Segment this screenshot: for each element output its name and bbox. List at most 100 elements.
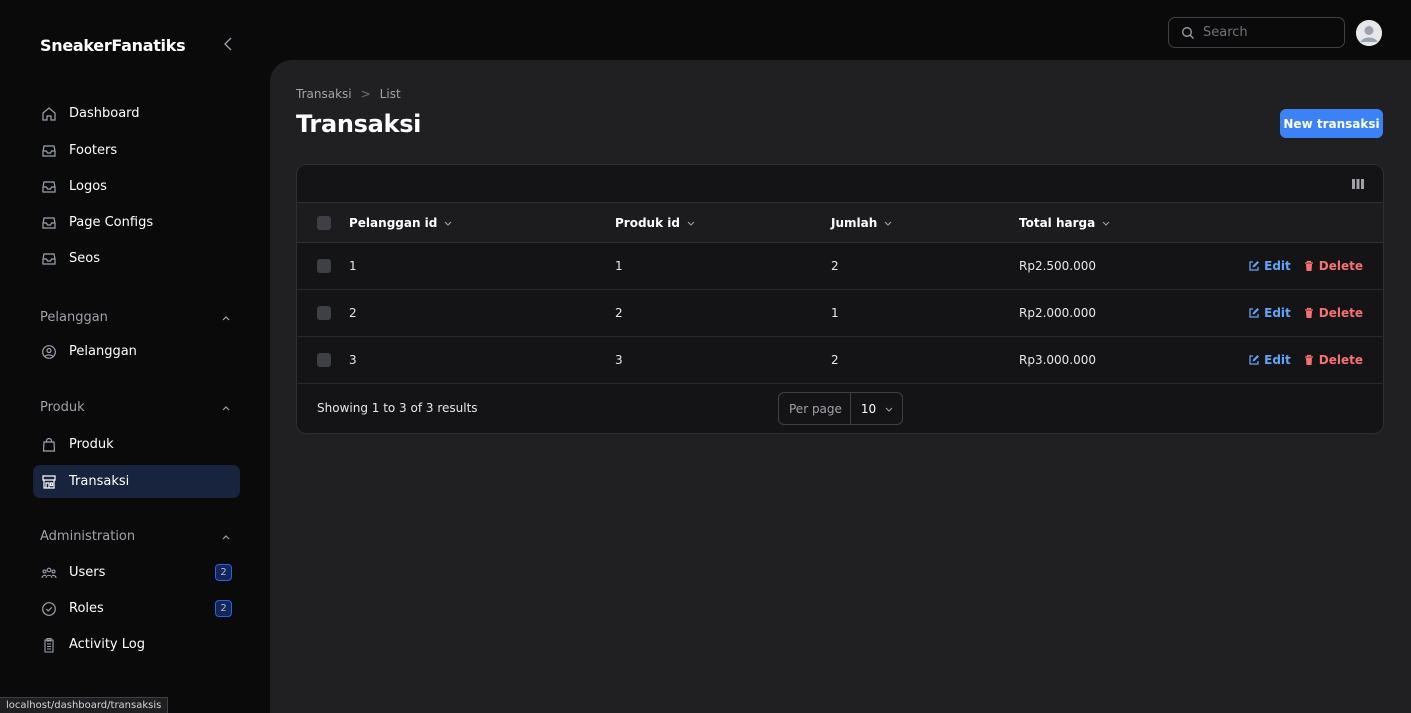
cell-total-harga: Rp3.000.000 — [1019, 353, 1097, 367]
search-input[interactable] — [1203, 25, 1333, 40]
edit-button[interactable]: Edit — [1248, 259, 1291, 273]
edit-label: Edit — [1264, 306, 1291, 320]
row-actions: Edit Delete — [1248, 290, 1363, 336]
shield-check-icon — [41, 601, 57, 617]
delete-label: Delete — [1318, 259, 1363, 273]
column-label: Produk id — [615, 215, 680, 230]
row-checkbox[interactable] — [317, 259, 331, 273]
sidebar-item-page-configs[interactable]: Page Configs — [33, 206, 240, 239]
home-icon — [41, 106, 57, 122]
sidebar-item-activity-log[interactable]: Activity Log — [33, 628, 240, 661]
row-actions: Edit Delete — [1248, 243, 1363, 289]
storefront-icon — [41, 474, 57, 490]
table-card: Pelanggan id Produk id Jumlah Total harg… — [296, 164, 1384, 434]
row-checkbox[interactable] — [317, 353, 331, 367]
sidebar-item-produk[interactable]: Produk — [33, 428, 240, 461]
chevron-down-icon — [1101, 218, 1111, 228]
nav-group-pelanggan[interactable]: Pelanggan — [40, 310, 108, 325]
per-page-select[interactable]: Per page 10 — [778, 392, 903, 425]
chevron-down-icon — [883, 218, 893, 228]
user-avatar-icon — [1356, 20, 1382, 46]
columns-toggle-icon[interactable] — [1351, 177, 1365, 191]
search-icon — [1181, 26, 1195, 40]
table-row[interactable]: 2 2 1 Rp2.000.000 Edit Delete — [297, 290, 1383, 337]
nav-group-produk[interactable]: Produk — [40, 400, 85, 415]
cell-produk-id: 2 — [615, 306, 623, 320]
cell-produk-id: 3 — [615, 353, 623, 367]
table-row[interactable]: 1 1 2 Rp2.500.000 Edit Delete — [297, 243, 1383, 290]
sidebar-item-users[interactable]: Users 2 — [33, 556, 240, 589]
trash-icon — [1303, 307, 1315, 319]
sidebar-item-footers[interactable]: Footers — [33, 134, 240, 167]
per-page-label: Per page — [779, 393, 851, 424]
trash-icon — [1303, 260, 1315, 272]
search-box[interactable] — [1168, 17, 1345, 48]
sidebar-item-dashboard[interactable]: Dashboard — [33, 97, 240, 130]
brand-logo[interactable]: SneakerFanatiks — [40, 36, 186, 55]
column-header-total-harga[interactable]: Total harga — [1019, 203, 1111, 242]
edit-label: Edit — [1264, 259, 1291, 273]
chevron-down-icon — [884, 404, 894, 414]
sidebar-item-seos[interactable]: Seos — [33, 242, 240, 275]
table-footer: Showing 1 to 3 of 3 results Per page 10 — [297, 384, 1383, 432]
row-actions: Edit Delete — [1248, 337, 1363, 383]
collapse-sidebar-button[interactable] — [218, 34, 238, 54]
trash-icon — [1303, 354, 1315, 366]
avatar[interactable] — [1356, 20, 1382, 46]
row-checkbox[interactable] — [317, 306, 331, 320]
pencil-square-icon — [1248, 307, 1260, 319]
sidebar-item-pelanggan[interactable]: Pelanggan — [33, 335, 240, 368]
cell-pelanggan-id: 1 — [349, 259, 357, 273]
edit-button[interactable]: Edit — [1248, 306, 1291, 320]
cell-pelanggan-id: 3 — [349, 353, 357, 367]
status-bar-url: localhost/dashboard/transaksis — [0, 697, 169, 713]
column-header-pelanggan-id[interactable]: Pelanggan id — [349, 203, 453, 242]
sidebar-item-label: Users — [69, 565, 106, 580]
cell-pelanggan-id: 2 — [349, 306, 357, 320]
cell-total-harga: Rp2.000.000 — [1019, 306, 1097, 320]
delete-button[interactable]: Delete — [1303, 353, 1363, 367]
breadcrumb-separator: > — [360, 87, 371, 101]
users-count-badge: 2 — [215, 564, 232, 581]
nav-group-administration[interactable]: Administration — [40, 529, 135, 544]
chevron-up-icon[interactable] — [220, 312, 232, 324]
chevron-up-icon[interactable] — [220, 402, 232, 414]
table-row[interactable]: 3 3 2 Rp3.000.000 Edit Delete — [297, 337, 1383, 384]
clipboard-icon — [41, 637, 57, 653]
sidebar: SneakerFanatiks Dashboard Footers Logos … — [0, 0, 270, 713]
inbox-icon — [41, 143, 57, 159]
column-label: Pelanggan id — [349, 215, 438, 230]
chevron-down-icon — [443, 218, 453, 228]
users-icon — [41, 565, 57, 581]
delete-button[interactable]: Delete — [1303, 259, 1363, 273]
sidebar-item-logos[interactable]: Logos — [33, 170, 240, 203]
column-header-produk-id[interactable]: Produk id — [615, 203, 696, 242]
sidebar-item-label: Logos — [69, 179, 107, 194]
sidebar-item-roles[interactable]: Roles 2 — [33, 592, 240, 625]
sidebar-item-label: Activity Log — [69, 637, 145, 652]
chevron-up-icon[interactable] — [220, 531, 232, 543]
inbox-icon — [41, 179, 57, 195]
sidebar-item-transaksi[interactable]: Transaksi — [33, 465, 240, 498]
select-all-checkbox[interactable] — [317, 215, 331, 230]
main-content: Transaksi > List Transaksi New transaksi… — [270, 60, 1411, 713]
per-page-value[interactable]: 10 — [851, 402, 894, 416]
table-toolbar — [297, 165, 1383, 203]
pencil-square-icon — [1248, 354, 1260, 366]
inbox-icon — [41, 215, 57, 231]
delete-label: Delete — [1318, 306, 1363, 320]
column-label: Jumlah — [831, 215, 878, 230]
per-page-value-text: 10 — [860, 401, 877, 416]
breadcrumb: Transaksi > List — [296, 87, 401, 101]
edit-button[interactable]: Edit — [1248, 353, 1291, 367]
breadcrumb-parent[interactable]: Transaksi — [296, 87, 352, 101]
column-header-jumlah[interactable]: Jumlah — [831, 203, 893, 242]
breadcrumb-current: List — [379, 87, 401, 101]
column-label: Total harga — [1019, 215, 1096, 230]
new-transaksi-button[interactable]: New transaksi — [1280, 109, 1383, 138]
delete-label: Delete — [1318, 353, 1363, 367]
chevron-down-icon — [686, 218, 696, 228]
results-summary: Showing 1 to 3 of 3 results — [317, 401, 478, 415]
delete-button[interactable]: Delete — [1303, 306, 1363, 320]
sidebar-item-label: Dashboard — [69, 106, 140, 121]
